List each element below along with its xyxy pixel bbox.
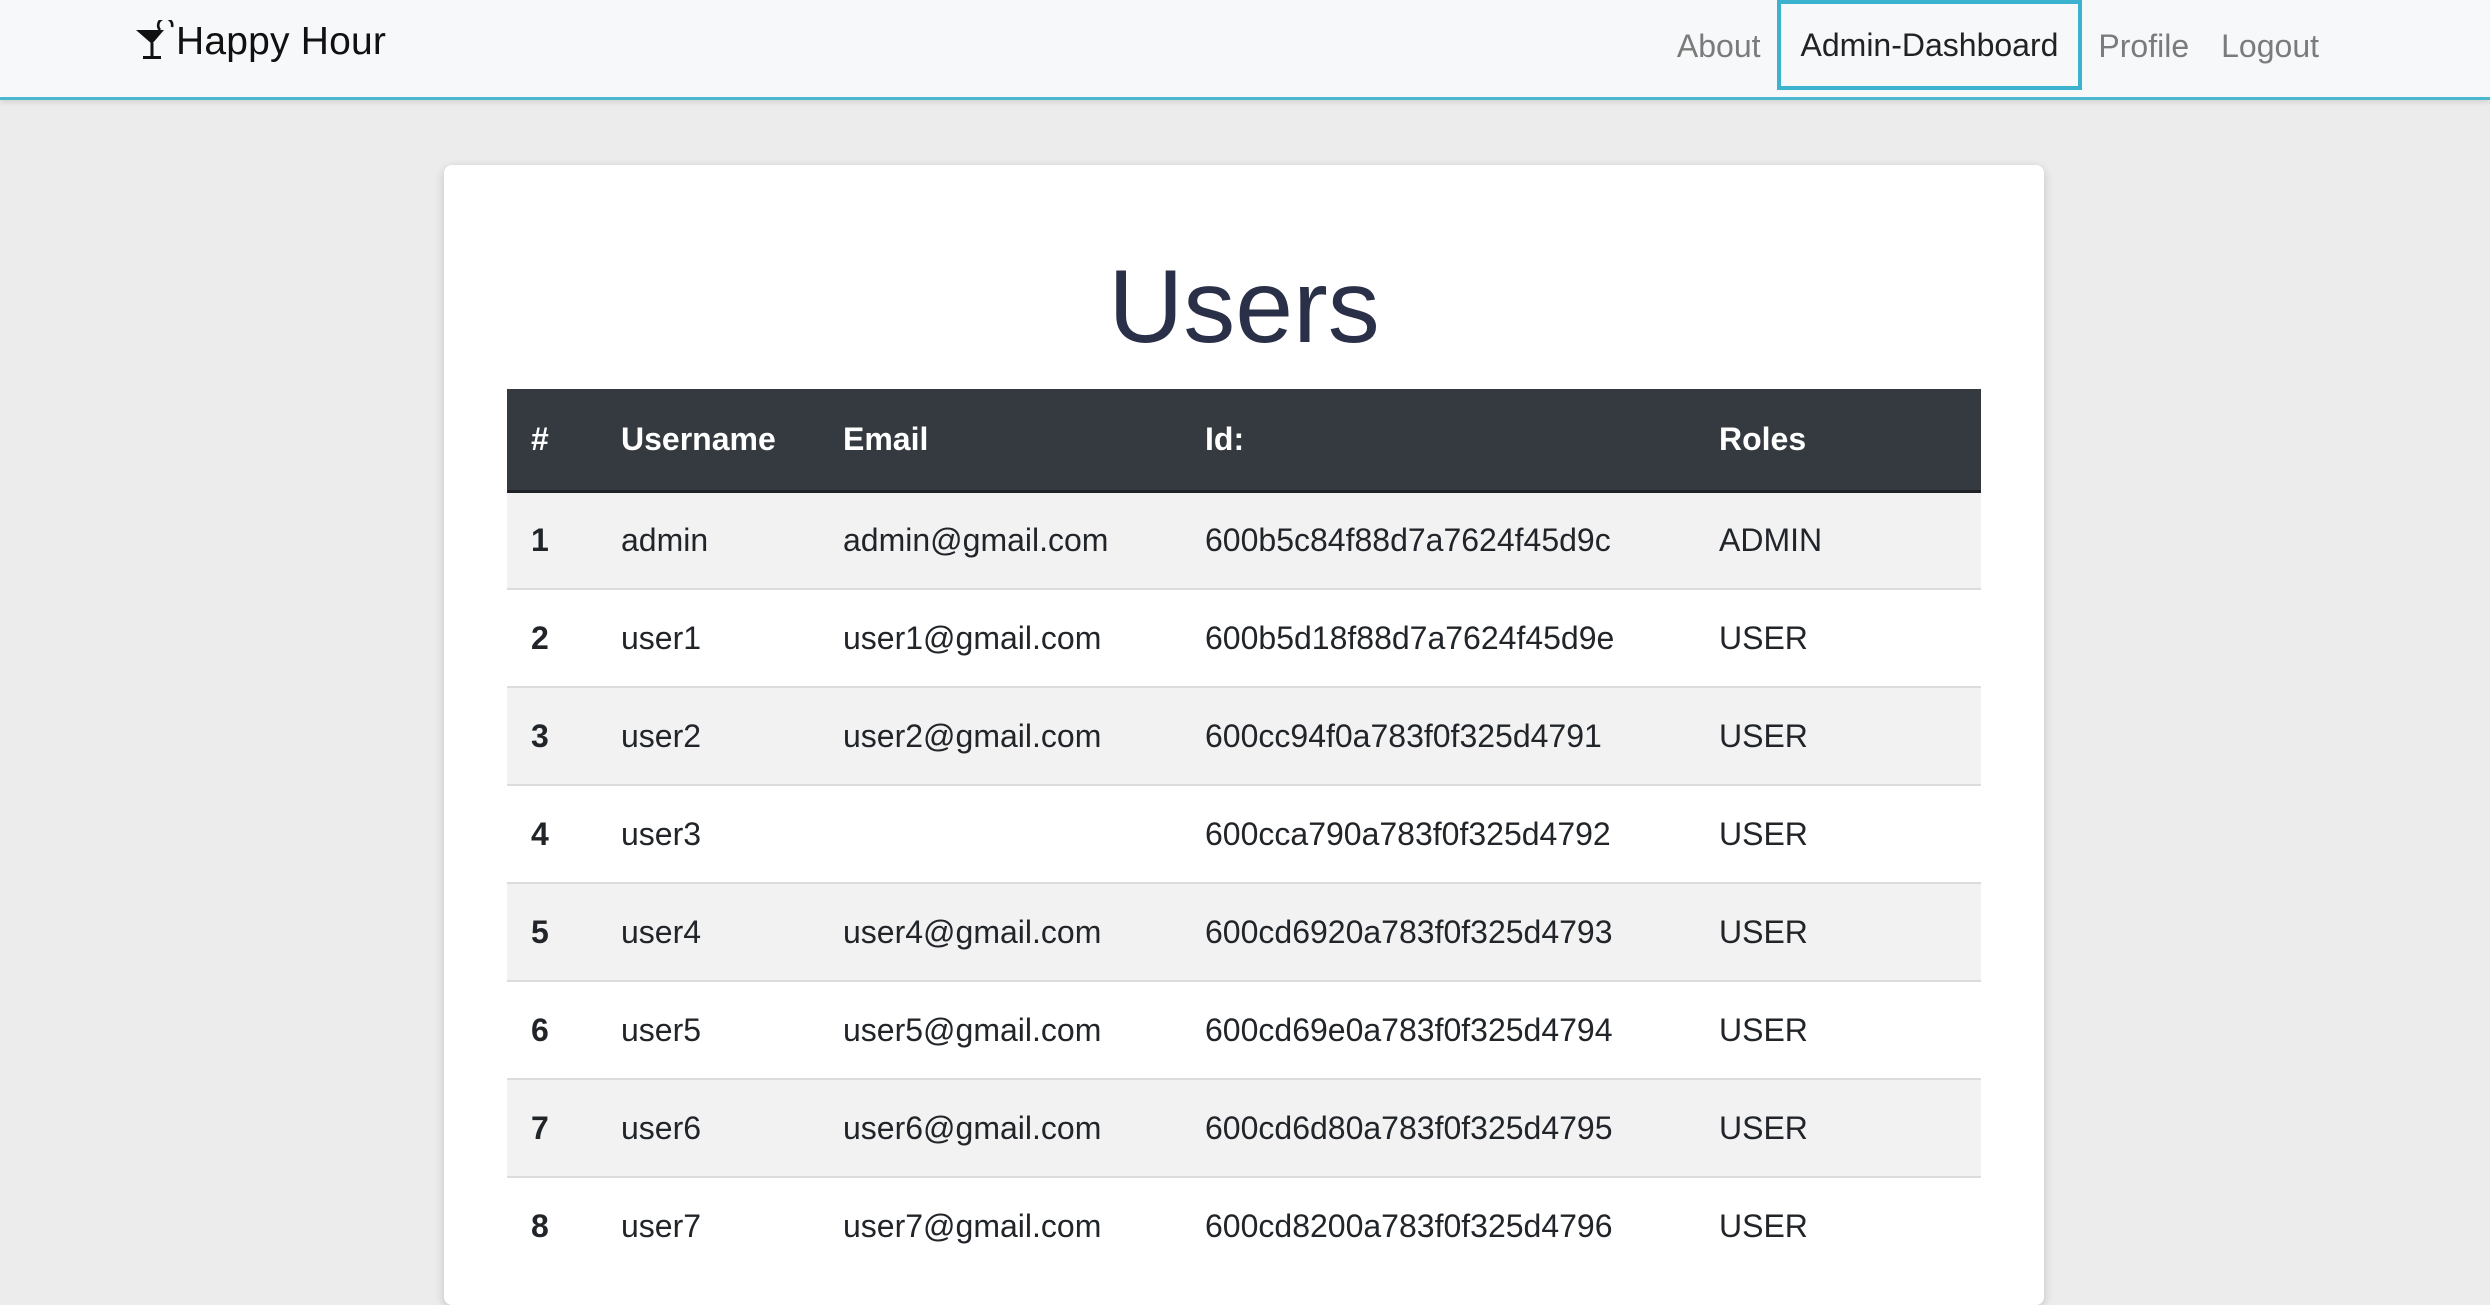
row-id: 600cd6d80a783f0f325d4795: [1205, 1109, 1613, 1146]
row-email: user2@gmail.com: [843, 717, 1102, 754]
row-id: 600cca790a783f0f325d4792: [1205, 815, 1611, 852]
row-number: 5: [531, 913, 549, 950]
row-id: 600cd6920a783f0f325d4793: [1205, 913, 1613, 950]
row-username: user3: [621, 815, 702, 852]
row-username: user7: [621, 1208, 702, 1244]
row-id: 600cd8200a783f0f325d4796: [1205, 1208, 1613, 1244]
row-email: user1@gmail.com: [843, 619, 1102, 656]
row-number: 6: [531, 1011, 549, 1048]
users-card: Users # Username Email Id: Roles 1 admin…: [444, 165, 2044, 1305]
header-roles: Roles: [1695, 389, 1981, 493]
row-number: 3: [531, 717, 549, 754]
row-email: admin@gmail.com: [843, 521, 1109, 558]
row-id: 600b5d18f88d7a7624f45d9e: [1205, 619, 1615, 656]
row-email: user6@gmail.com: [843, 1109, 1102, 1146]
row-username: admin: [621, 521, 709, 558]
row-email: user4@gmail.com: [843, 913, 1102, 950]
row-username: user5: [621, 1011, 702, 1048]
table-row: 3 user2 user2@gmail.com 600cc94f0a783f0f…: [507, 687, 1981, 785]
header-id: Id:: [1181, 389, 1695, 493]
table-row: 7 user6 user6@gmail.com 600cd6d80a783f0f…: [507, 1079, 1981, 1177]
row-roles: ADMIN: [1719, 521, 1823, 558]
row-email: [819, 785, 1181, 883]
cocktail-glass-icon: [136, 20, 174, 59]
row-roles: USER: [1719, 1109, 1808, 1146]
top-navbar: Happy Hour About Admin-Dashboard Profile…: [0, 0, 2490, 100]
row-roles: USER: [1719, 1208, 1808, 1244]
header-username: Username: [597, 389, 819, 493]
row-id: 600cc94f0a783f0f325d4791: [1205, 717, 1602, 754]
row-number: 1: [531, 521, 549, 558]
brand-link[interactable]: Happy Hour: [134, 18, 386, 66]
nav-about-link[interactable]: About: [1661, 0, 1777, 92]
row-roles: USER: [1719, 717, 1808, 754]
nav-logout-link[interactable]: Logout: [2205, 0, 2335, 92]
row-number: 8: [531, 1208, 549, 1244]
table-row: 1 admin admin@gmail.com 600b5c84f88d7a76…: [507, 491, 1981, 589]
nav-admin-dashboard-link[interactable]: Admin-Dashboard: [1776, 0, 2083, 90]
header-email: Email: [819, 389, 1181, 493]
brand-name: Happy Hour: [176, 20, 387, 63]
row-username: user1: [621, 619, 702, 656]
row-email: user7@gmail.com: [843, 1208, 1102, 1244]
row-username: user4: [621, 913, 702, 950]
users-table: # Username Email Id: Roles 1 admin admin…: [507, 389, 1981, 1275]
row-username: user2: [621, 717, 702, 754]
table-row: 6 user5 user5@gmail.com 600cd69e0a783f0f…: [507, 981, 1981, 1079]
nav-links: About Admin-Dashboard Profile Logout: [1661, 0, 2335, 92]
row-email: user5@gmail.com: [843, 1011, 1102, 1048]
table-row: 4 user3 600cca790a783f0f325d4792 USER: [507, 785, 1981, 883]
header-number: #: [507, 389, 597, 493]
row-number: 4: [531, 815, 549, 852]
row-number: 7: [531, 1109, 549, 1146]
users-table-body: 1 admin admin@gmail.com 600b5c84f88d7a76…: [507, 491, 1981, 1275]
row-roles: USER: [1719, 619, 1808, 656]
table-row: 8 user7 user7@gmail.com 600cd8200a783f0f…: [507, 1177, 1981, 1275]
row-id: 600cd69e0a783f0f325d4794: [1205, 1011, 1613, 1048]
page-title: Users: [1108, 249, 1380, 365]
row-roles: USER: [1719, 913, 1808, 950]
users-table-header: # Username Email Id: Roles: [507, 389, 1981, 493]
row-id: 600b5c84f88d7a7624f45d9c: [1205, 521, 1611, 558]
row-roles: USER: [1719, 1011, 1808, 1048]
table-row: 5 user4 user4@gmail.com 600cd6920a783f0f…: [507, 883, 1981, 981]
row-username: user6: [621, 1109, 702, 1146]
nav-profile-link[interactable]: Profile: [2082, 0, 2205, 92]
table-row: 2 user1 user1@gmail.com 600b5d18f88d7a76…: [507, 589, 1981, 687]
header-row: # Username Email Id: Roles: [507, 389, 1981, 493]
row-roles: USER: [1719, 815, 1808, 852]
row-number: 2: [531, 619, 549, 656]
